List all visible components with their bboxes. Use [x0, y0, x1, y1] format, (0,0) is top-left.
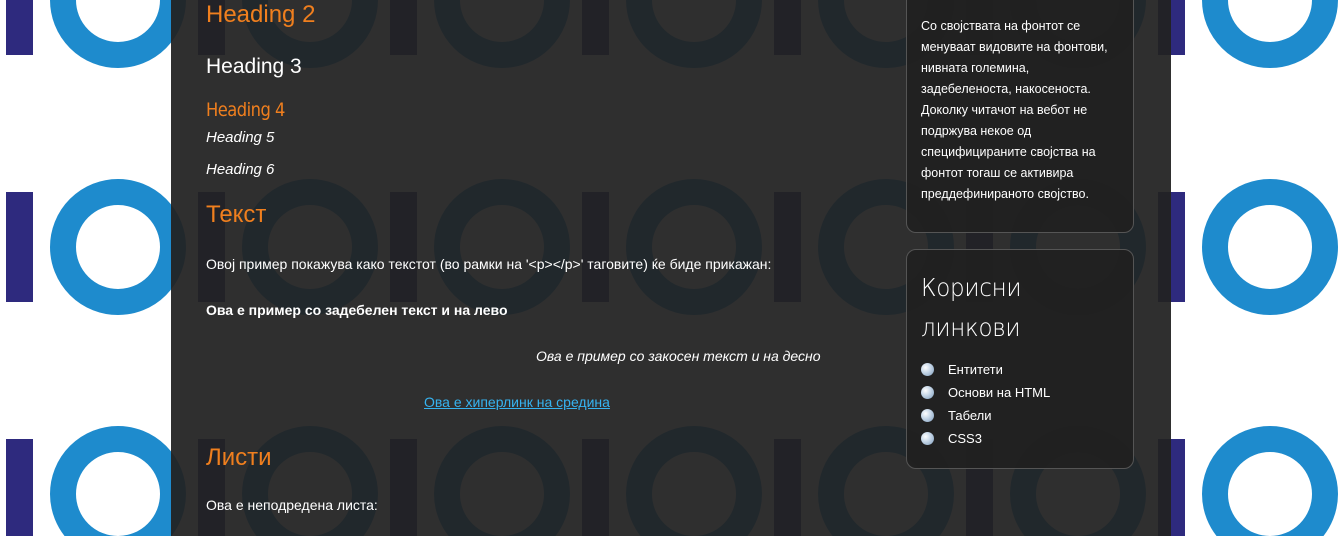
link-item-label: Ентитети [948, 362, 1003, 377]
link-item-css3[interactable]: CSS3 [921, 427, 1119, 450]
text-intro-paragraph: Овој пример покажува како текстот (во ра… [206, 256, 772, 272]
link-item-entities[interactable]: Ентитети [921, 358, 1119, 381]
bar-shape [6, 192, 33, 302]
ring-shape [1202, 0, 1338, 68]
link-item-html-basics[interactable]: Основи на HTML [921, 381, 1119, 404]
heading-5: Heading 5 [206, 129, 275, 146]
link-item-label: CSS3 [948, 431, 982, 446]
center-hyperlink[interactable]: Ова е хиперлинк на средина [424, 394, 610, 410]
font-info-text: Со својствата на фонтот се менуваат видо… [921, 19, 1108, 201]
bold-left-paragraph: Ова е пример со задебелен текст и на лев… [206, 302, 508, 318]
link-item-label: Основи на HTML [948, 385, 1051, 400]
link-item-tables[interactable]: Табели [921, 404, 1119, 427]
ring-shape [50, 426, 186, 536]
bar-shape [6, 0, 33, 55]
useful-links-list: Ентитети Основи на HTML Табели CSS3 [921, 358, 1119, 450]
ring-shape [50, 179, 186, 315]
useful-links-box: Корисни линкови Ентитети Основи на HTML … [906, 249, 1134, 469]
link-item-label: Табели [948, 408, 992, 423]
font-info-box: Со својствата на фонтот се менуваат видо… [906, 0, 1134, 233]
heading-4: Heading 4 [206, 99, 285, 121]
heading-6: Heading 6 [206, 161, 275, 178]
heading-3: Heading 3 [206, 55, 302, 78]
bullet-icon [921, 432, 934, 445]
bullet-icon [921, 386, 934, 399]
ring-shape [1202, 426, 1338, 536]
ring-shape [50, 0, 186, 68]
bullet-icon [921, 363, 934, 376]
section-title-lists: Листи [206, 444, 272, 471]
section-title-text: Текст [206, 201, 267, 228]
unordered-list-intro: Ова е неподредена листа: [206, 497, 378, 513]
italic-right-paragraph: Ова е пример со закосен текст и на десно [536, 348, 821, 364]
bar-shape [6, 439, 33, 536]
heading-2: Heading 2 [206, 1, 316, 28]
ring-shape [1202, 179, 1338, 315]
useful-links-title: Корисни линкови [921, 273, 1022, 342]
bullet-icon [921, 409, 934, 422]
content-panel: Heading 2 Heading 3 Heading 4 Heading 5 … [171, 0, 1171, 536]
